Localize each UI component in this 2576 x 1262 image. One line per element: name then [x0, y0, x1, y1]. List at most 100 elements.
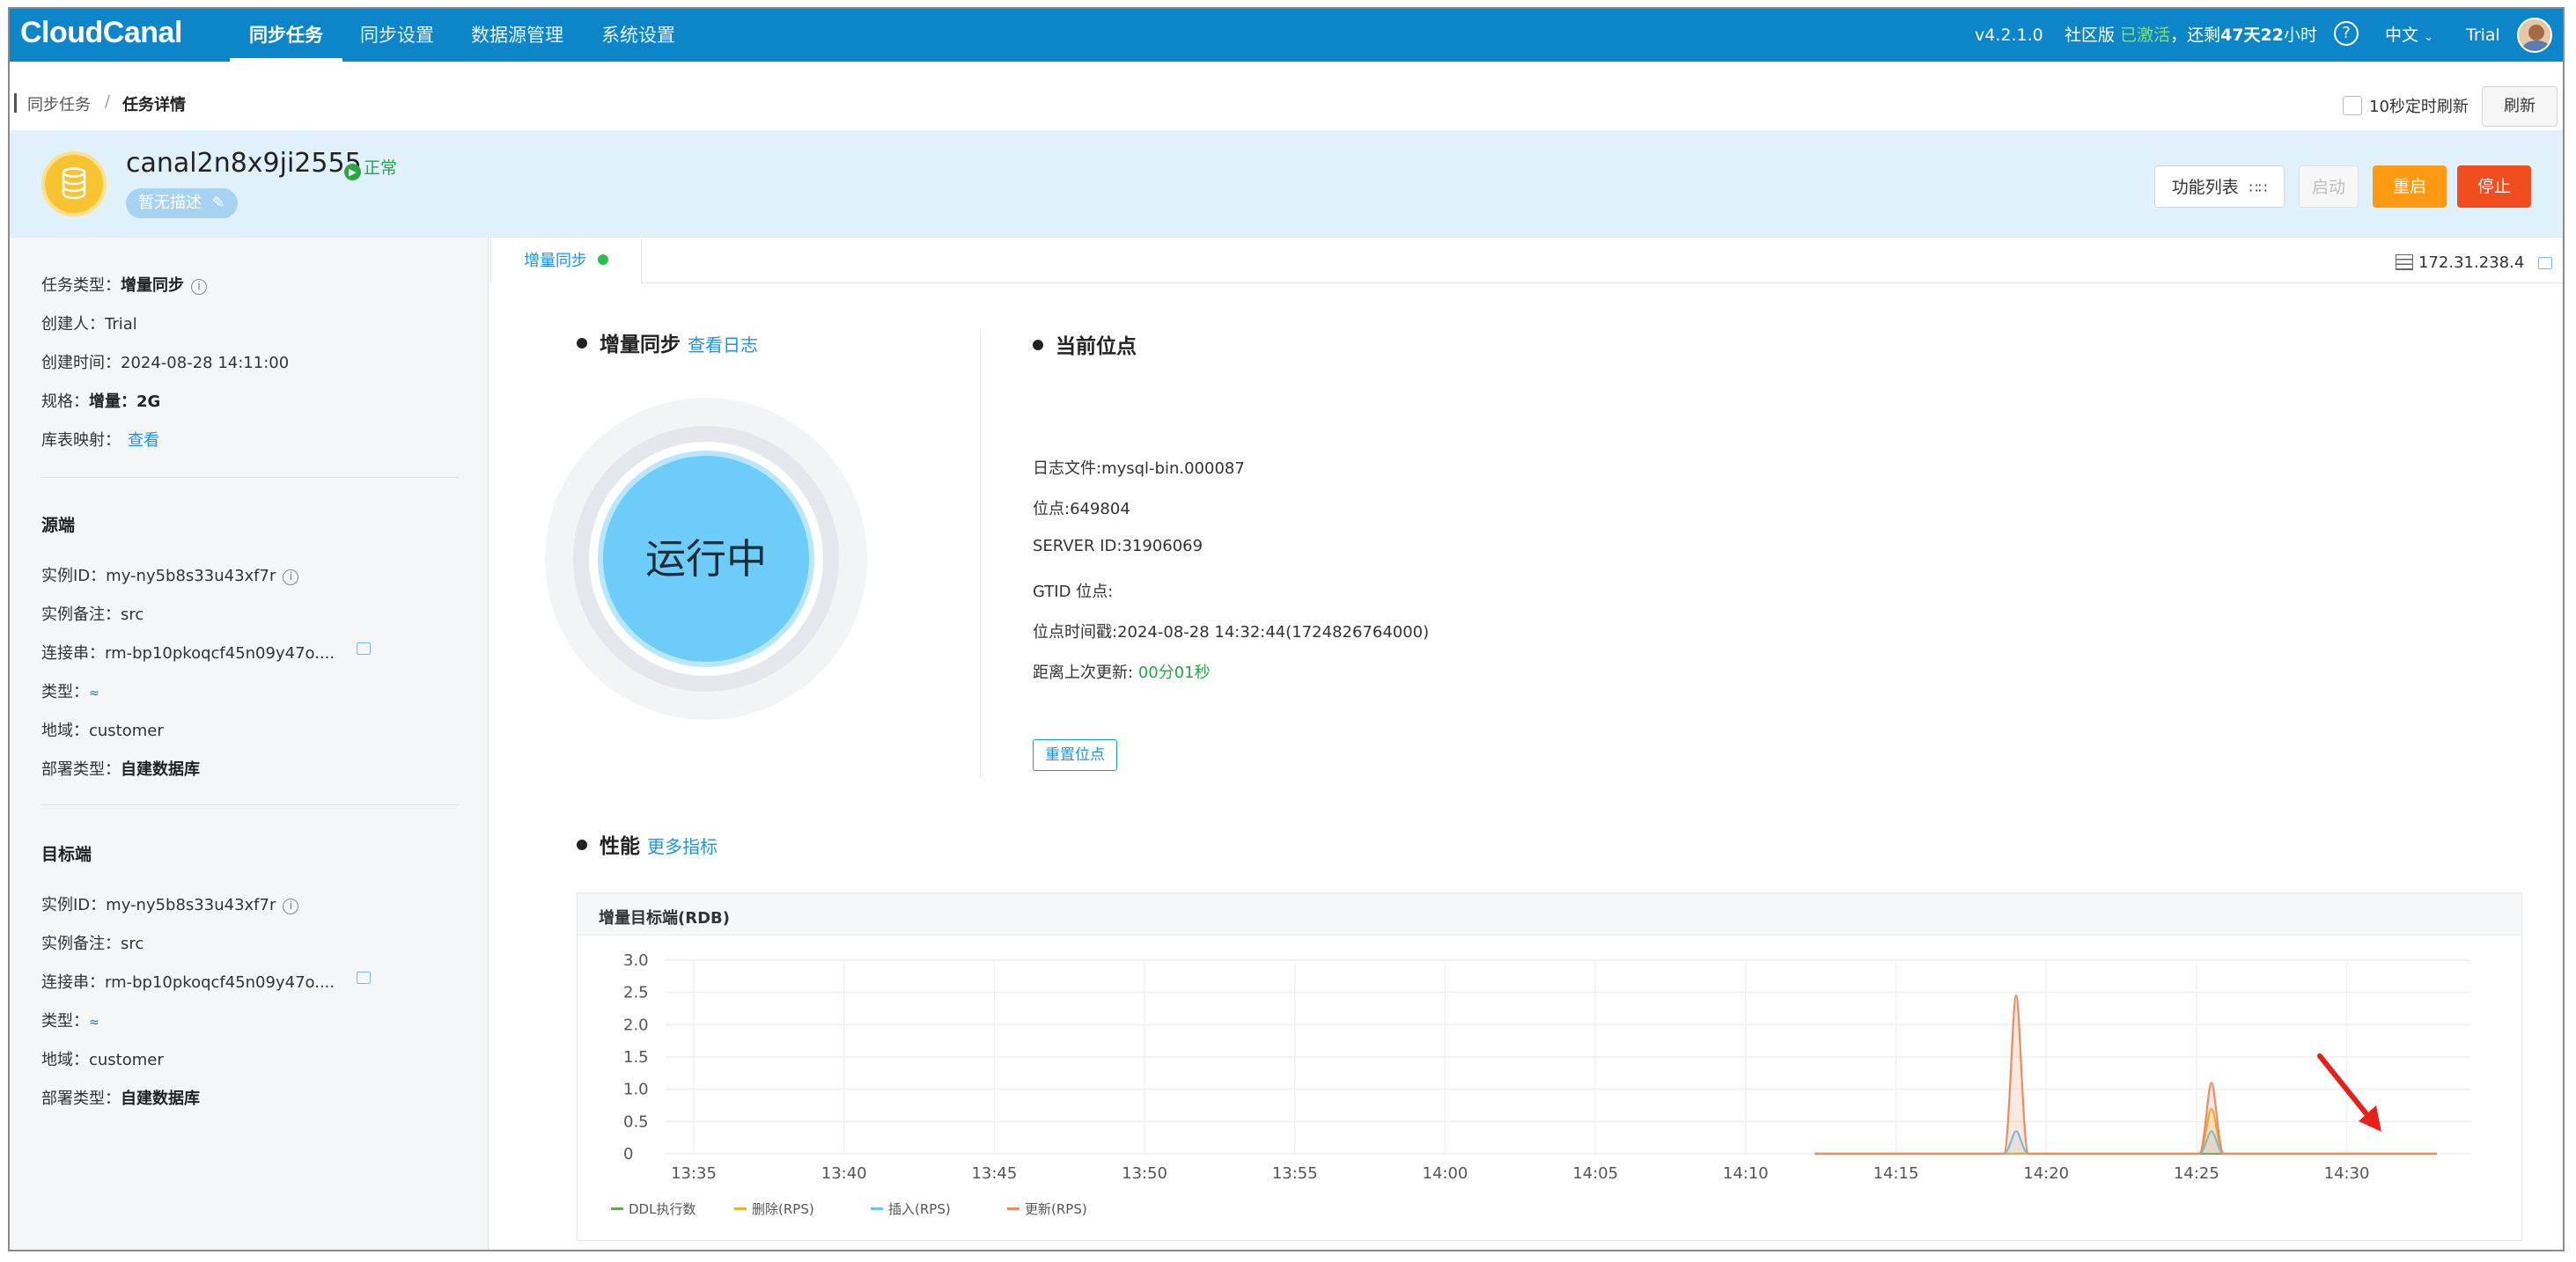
position-section-title: 当前位点 [1033, 329, 1137, 359]
y-tick-label: 3.0 [623, 951, 649, 970]
info-icon[interactable]: i [283, 569, 299, 585]
copy-icon[interactable] [2538, 257, 2552, 269]
chevron-down-icon: ⌄ [2424, 31, 2433, 44]
source-instance-value: my-ny5b8s33u43xf7r [106, 567, 276, 585]
edit-icon[interactable]: ✎ [212, 194, 225, 212]
x-tick-label: 13:35 [671, 1164, 717, 1183]
view-log-link[interactable]: 查看日志 [688, 334, 758, 356]
function-list-label: 功能列表 [2171, 178, 2239, 197]
y-tick-label: 0 [623, 1145, 633, 1163]
description-text: 暂无描述 [138, 194, 202, 212]
position-value: 位点:649804 [1033, 500, 1130, 518]
target-remark-row: 实例备注：src [41, 931, 144, 954]
more-metrics-link[interactable]: 更多指标 [647, 836, 718, 857]
user-name[interactable]: Trial [2466, 9, 2500, 62]
x-tick-label: 14:30 [2324, 1164, 2370, 1183]
target-type-row: 类型：≈ [41, 1009, 99, 1031]
info-icon[interactable]: i [283, 899, 299, 914]
y-tick-label: 1.0 [623, 1081, 649, 1099]
last-update-value: 00分01秒 [1137, 664, 1211, 682]
grid-icon: ∷∷ [2248, 180, 2268, 196]
x-tick-label: 14:15 [1873, 1164, 1919, 1183]
description-pill[interactable]: 暂无描述 ✎ [126, 188, 238, 218]
legend-item[interactable]: DDL执行数 [611, 1200, 696, 1218]
remaining-prefix: ，还剩 [2170, 26, 2221, 45]
performance-section-title: 性能 更多指标 [577, 829, 718, 859]
copy-icon[interactable] [357, 642, 371, 655]
refresh-button[interactable]: 刷新 [2482, 86, 2558, 127]
target-remark-label: 实例备注： [41, 935, 121, 953]
sync-section-title: 增量同步 查看日志 [577, 327, 758, 357]
language-select[interactable]: 中文 ⌄ [2385, 9, 2433, 62]
legend-label: 插入(RPS) [888, 1201, 951, 1217]
target-deploy-label: 部署类型： [41, 1090, 121, 1108]
start-button[interactable]: 启动 [2299, 165, 2359, 208]
task-header: canal2n8x9ji2555 ▶ 正常 暂无描述 ✎ 功能列表 ∷∷ 启动 重… [10, 130, 2563, 238]
nav-sync-tasks[interactable]: 同步任务 [230, 9, 342, 62]
sync-title: 增量同步 [600, 334, 681, 356]
target-deploy-row: 部署类型：自建数据库 [41, 1086, 200, 1109]
target-remark-value: src [121, 935, 144, 953]
nav-system-settings[interactable]: 系统设置 [601, 9, 675, 62]
help-icon[interactable]: ? [2334, 21, 2359, 46]
log-file: 日志文件:mysql-bin.000087 [1033, 459, 1245, 478]
auto-refresh-label[interactable]: 10秒定时刷新 [2369, 94, 2469, 117]
source-remark-label: 实例备注： [41, 605, 121, 624]
x-tick-label: 14:25 [2174, 1164, 2219, 1183]
target-conn-row: 连接串：rm-bp10pkoqcf45n09y47o.... [41, 970, 335, 993]
server-icon [2396, 254, 2414, 270]
avatar[interactable] [2517, 18, 2552, 53]
remaining-time: 47天22 [2220, 26, 2284, 45]
play-icon: ▶ [344, 164, 361, 180]
mapping-row: 库表映射： 查看 [41, 428, 159, 451]
stop-button[interactable]: 停止 [2457, 165, 2531, 208]
logo: CloudCanal [20, 16, 182, 49]
mapping-label: 库表映射： [41, 431, 121, 450]
legend-swatch [734, 1207, 747, 1210]
reset-position-button[interactable]: 重置位点 [1033, 739, 1117, 771]
source-type-label: 类型： [41, 683, 89, 701]
info-icon[interactable]: i [191, 279, 207, 295]
legend-item[interactable]: 删除(RPS) [734, 1200, 814, 1218]
y-tick-label: 1.5 [623, 1048, 649, 1067]
x-tick-label: 14:00 [1423, 1164, 1468, 1183]
creator-value: Trial [105, 315, 137, 334]
y-tick-label: 2.5 [623, 984, 649, 1002]
chart-plot: 3.0 2.5 2.0 1.5 1.0 0.5 0 13:35 13:40 13:45 13:50 1… [623, 951, 2470, 1183]
mapping-view-link[interactable]: 查看 [128, 431, 159, 450]
source-deploy-value: 自建数据库 [121, 760, 200, 779]
created-label: 创建时间： [41, 354, 121, 372]
database-icon [41, 151, 107, 216]
y-tick-label: 0.5 [623, 1112, 649, 1131]
creator-row: 创建人：Trial [41, 312, 137, 334]
legend-swatch [871, 1207, 883, 1210]
performance-title: 性能 [600, 835, 640, 858]
target-region-row: 地域：customer [41, 1047, 164, 1070]
spec-label: 规格： [41, 393, 89, 411]
breadcrumb-current: 任务详情 [122, 96, 186, 114]
legend-item[interactable]: 更新(RPS) [1007, 1200, 1087, 1218]
source-deploy-label: 部署类型： [41, 760, 121, 779]
copy-icon[interactable] [357, 972, 371, 984]
auto-refresh-checkbox[interactable] [2343, 96, 2362, 115]
restart-button[interactable]: 重启 [2373, 165, 2447, 208]
running-indicator: 运行中 [598, 451, 814, 667]
x-tick-label: 13:40 [821, 1164, 867, 1183]
legend-item[interactable]: 插入(RPS) [871, 1200, 951, 1218]
source-region-row: 地域：customer [41, 718, 164, 741]
server-id: SERVER ID:31906069 [1033, 537, 1203, 555]
last-update-row: 距离上次更新: 00分01秒 [1033, 660, 1211, 683]
breadcrumb-separator: / [105, 92, 111, 111]
nav-datasource[interactable]: 数据源管理 [471, 9, 563, 62]
legend-swatch [1007, 1207, 1019, 1210]
function-list-button[interactable]: 功能列表 ∷∷ [2154, 165, 2285, 208]
breadcrumb-parent[interactable]: 同步任务 [27, 92, 91, 115]
tab-incremental-sync[interactable]: 增量同步 [490, 238, 642, 283]
nav-sync-settings[interactable]: 同步设置 [360, 9, 434, 62]
mysql-dolphin-icon: ≈ [89, 686, 99, 701]
source-conn-row: 连接串：rm-bp10pkoqcf45n09y47o.... [41, 641, 335, 664]
x-tick-label: 14:05 [1572, 1164, 1618, 1183]
divider [41, 804, 459, 805]
task-info-panel: 任务类型：增量同步 i 创建人：Trial 创建时间：2024-08-28 14:… [10, 238, 489, 1250]
target-type-label: 类型： [41, 1012, 89, 1031]
